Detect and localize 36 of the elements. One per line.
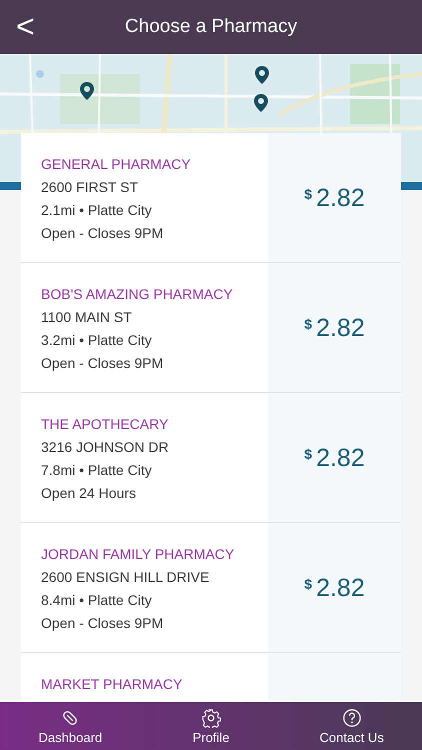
pharmacy-address: 3216 JOHNSON DR	[41, 438, 170, 456]
pharmacy-distance: 7.8mi • Platte City	[41, 461, 153, 479]
pharmacy-hours: Open 24 Hours	[41, 484, 137, 502]
nav-tab[interactable]: Contact Us	[281, 702, 422, 750]
back-button[interactable]: <	[12, 8, 39, 44]
pharmacy-card[interactable]: JORDAN FAMILY PHARMACY 2600 ENSIGN HILL DRIVE 8.4mi • Platte City Open - Closes 9PM $ 2.82	[21, 523, 401, 653]
pharmacy-address: 1100 MAIN ST	[41, 308, 133, 326]
pharmacy-card[interactable]: GENERAL PHARMACY 2600 FIRST ST 2.1mi • Platte City Open - Closes 9PM $ 2.82	[21, 133, 401, 263]
pharmacy-address: 2600 ENSIGN HILL DRIVE	[41, 568, 210, 586]
pharmacy-name: MARKET PHARMACY	[41, 675, 184, 693]
pharmacy-distance: 3.2mi • Platte City	[41, 331, 153, 349]
pharmacy-distance: 8.4mi • Platte City	[41, 591, 153, 609]
map-pin-icon[interactable]	[255, 66, 269, 84]
screen-title: Choose a Pharmacy	[124, 14, 298, 39]
price: $ 2.82	[304, 442, 365, 472]
nav-tab[interactable]: Profile	[140, 702, 282, 750]
pharmacy-hours: Open - Closes 9PM	[41, 614, 164, 632]
pharmacy-address: 2600 FIRST ST	[41, 178, 140, 196]
settings-icon	[201, 708, 221, 728]
pharmacy-card[interactable]: THE APOTHECARY 3216 JOHNSON DR 7.8mi • Platte City Open 24 Hours $ 2.82	[21, 393, 401, 523]
price: $ 2.82	[304, 182, 365, 212]
map-pin-icon[interactable]	[80, 82, 94, 100]
pharmacy-distance: 2.1mi • Platte City	[41, 201, 153, 219]
help-icon	[342, 708, 362, 728]
pharmacy-name: BOB'S AMAZING PHARMACY	[41, 285, 234, 303]
pharmacy-hours: Open - Closes 9PM	[41, 354, 164, 372]
pharmacy-name: THE APOTHECARY	[41, 415, 170, 433]
pharmacy-hours: Open - Closes 9PM	[41, 224, 164, 242]
nav-tab[interactable]: Dashboard	[0, 702, 141, 750]
price: $ 2.82	[304, 572, 365, 602]
pharmacy-card[interactable]: MARKET PHARMACY	[21, 653, 401, 702]
price: $ 2.82	[304, 312, 365, 342]
map-pin-icon[interactable]	[254, 94, 268, 112]
pharmacy-card[interactable]: BOB'S AMAZING PHARMACY 1100 MAIN ST 3.2mi • Platte City Open - Closes 9PM $ 2.82	[21, 263, 401, 393]
pharmacy-name: GENERAL PHARMACY	[41, 155, 192, 173]
pharmacy-name: JORDAN FAMILY PHARMACY	[41, 545, 236, 563]
